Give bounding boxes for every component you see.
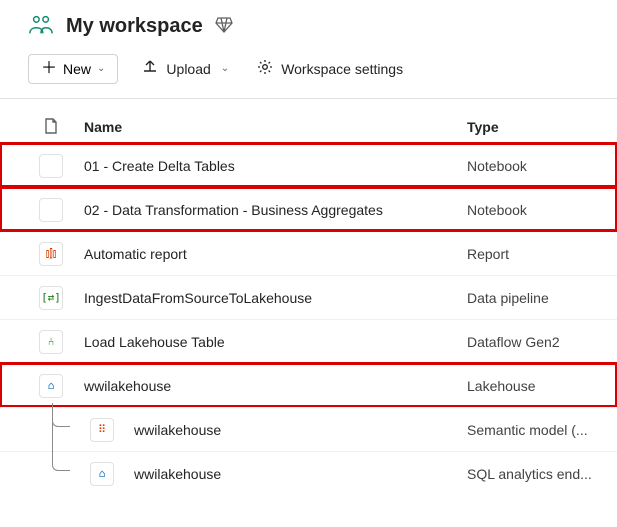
item-name: wwilakehouse	[134, 422, 467, 438]
item-name: IngestDataFromSourceToLakehouse	[84, 290, 467, 306]
notebook-icon	[39, 154, 63, 178]
item-type: Notebook	[467, 202, 607, 218]
item-name: 01 - Create Delta Tables	[84, 158, 467, 174]
upload-button[interactable]: Upload ⌄	[138, 53, 233, 84]
semantic-model-icon: ⠿	[90, 418, 114, 442]
workspace-settings-label: Workspace settings	[281, 61, 403, 77]
table-row[interactable]: [⇄] IngestDataFromSourceToLakehouseData p…	[0, 275, 617, 319]
table-row[interactable]: ⌂ wwilakehouseLakehouse	[0, 363, 617, 407]
item-type: SQL analytics end...	[467, 466, 607, 482]
item-name: Automatic report	[84, 246, 467, 262]
file-icon	[44, 118, 58, 137]
workspace-item-table: Name Type 01 - Create Delta TablesNotebo…	[0, 99, 617, 505]
new-button[interactable]: ＋ New ⌄	[28, 54, 118, 84]
upload-label: Upload	[166, 61, 210, 77]
table-row[interactable]: ⑃ Load Lakehouse TableDataflow Gen2	[0, 319, 617, 363]
table-header: Name Type	[0, 99, 617, 143]
table-row[interactable]: ⌂ wwilakehouseSQL analytics end...	[0, 451, 617, 495]
upload-icon	[142, 59, 158, 78]
report-icon: ⫾⫿⫾	[39, 242, 63, 266]
item-type: Dataflow Gen2	[467, 334, 607, 350]
notebook-icon	[39, 198, 63, 222]
diamond-icon	[215, 17, 233, 36]
column-header-name[interactable]: Name	[84, 119, 467, 135]
table-row[interactable]: 02 - Data Transformation - Business Aggr…	[0, 187, 617, 231]
table-row[interactable]: ⫾⫿⫾ Automatic reportReport	[0, 231, 617, 275]
chevron-down-icon: ⌄	[97, 63, 105, 74]
plus-icon: ＋	[41, 61, 57, 77]
item-name: 02 - Data Transformation - Business Aggr…	[84, 202, 467, 218]
column-header-type[interactable]: Type	[467, 119, 607, 135]
gear-icon	[257, 59, 273, 78]
item-name: wwilakehouse	[134, 466, 467, 482]
workspace-settings-button[interactable]: Workspace settings	[253, 53, 407, 84]
sql-endpoint-icon: ⌂	[90, 462, 114, 486]
table-row[interactable]: ⠿ wwilakehouseSemantic model (...	[0, 407, 617, 451]
table-row[interactable]: 01 - Create Delta TablesNotebook	[0, 143, 617, 187]
item-type: Lakehouse	[467, 378, 607, 394]
chevron-down-icon: ⌄	[221, 63, 229, 74]
page-title: My workspace	[66, 15, 203, 38]
item-type: Notebook	[467, 158, 607, 174]
people-icon	[28, 14, 54, 39]
item-type: Semantic model (...	[467, 422, 607, 438]
dataflow-icon: ⑃	[39, 330, 63, 354]
item-name: wwilakehouse	[84, 378, 467, 394]
new-button-label: New	[63, 61, 91, 77]
lakehouse-icon: ⌂	[39, 374, 63, 398]
item-type: Report	[467, 246, 607, 262]
item-name: Load Lakehouse Table	[84, 334, 467, 350]
pipeline-icon: [⇄]	[39, 286, 63, 310]
item-type: Data pipeline	[467, 290, 607, 306]
